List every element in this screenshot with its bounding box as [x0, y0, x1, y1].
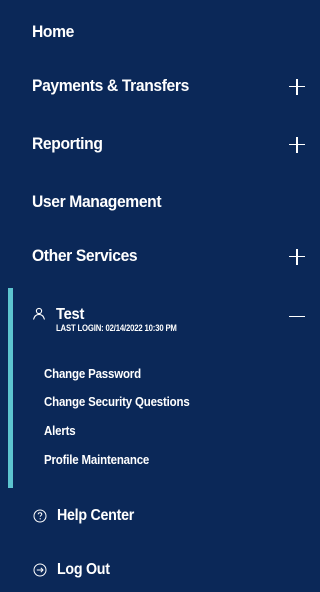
- help-center-link[interactable]: Help Center: [0, 496, 313, 536]
- user-name: Test: [56, 306, 85, 323]
- nav-item-user-management[interactable]: User Management: [0, 175, 313, 229]
- plus-icon[interactable]: [289, 249, 305, 265]
- nav-item-other-services[interactable]: Other Services: [0, 229, 313, 283]
- nav-item-label: User Management: [32, 192, 162, 211]
- nav-item-label: Reporting: [32, 134, 103, 153]
- plus-icon[interactable]: [289, 137, 305, 153]
- plus-icon[interactable]: [289, 79, 305, 95]
- side-navigation: Home Payments & Transfers Reporting User…: [0, 0, 313, 592]
- change-security-questions-link[interactable]: Change Security Questions: [44, 392, 190, 412]
- alerts-link[interactable]: Alerts: [44, 421, 76, 441]
- log-out-label: Log Out: [57, 561, 110, 578]
- question-circle-icon: [33, 509, 47, 523]
- user-icon: [32, 307, 46, 320]
- nav-item-label: Payments & Transfers: [32, 76, 189, 95]
- help-center-label: Help Center: [57, 507, 135, 524]
- nav-item-label: Home: [32, 22, 74, 41]
- minus-icon[interactable]: [289, 316, 305, 318]
- arrow-right-circle-icon: [33, 563, 47, 577]
- log-out-link[interactable]: Log Out: [0, 550, 313, 590]
- user-profile-toggle[interactable]: Test LAST LOGIN: 02/14/2022 10:30 PM: [0, 306, 313, 346]
- profile-maintenance-link[interactable]: Profile Maintenance: [44, 450, 149, 470]
- change-password-link[interactable]: Change Password: [44, 364, 141, 384]
- last-login-text: LAST LOGIN: 02/14/2022 10:30 PM: [56, 323, 177, 333]
- nav-item-reporting[interactable]: Reporting: [0, 117, 313, 171]
- user-profile-section: Test LAST LOGIN: 02/14/2022 10:30 PM Cha…: [0, 288, 313, 488]
- nav-item-payments-transfers[interactable]: Payments & Transfers: [0, 59, 313, 113]
- nav-item-label: Other Services: [32, 246, 138, 265]
- nav-item-home[interactable]: Home: [0, 5, 313, 59]
